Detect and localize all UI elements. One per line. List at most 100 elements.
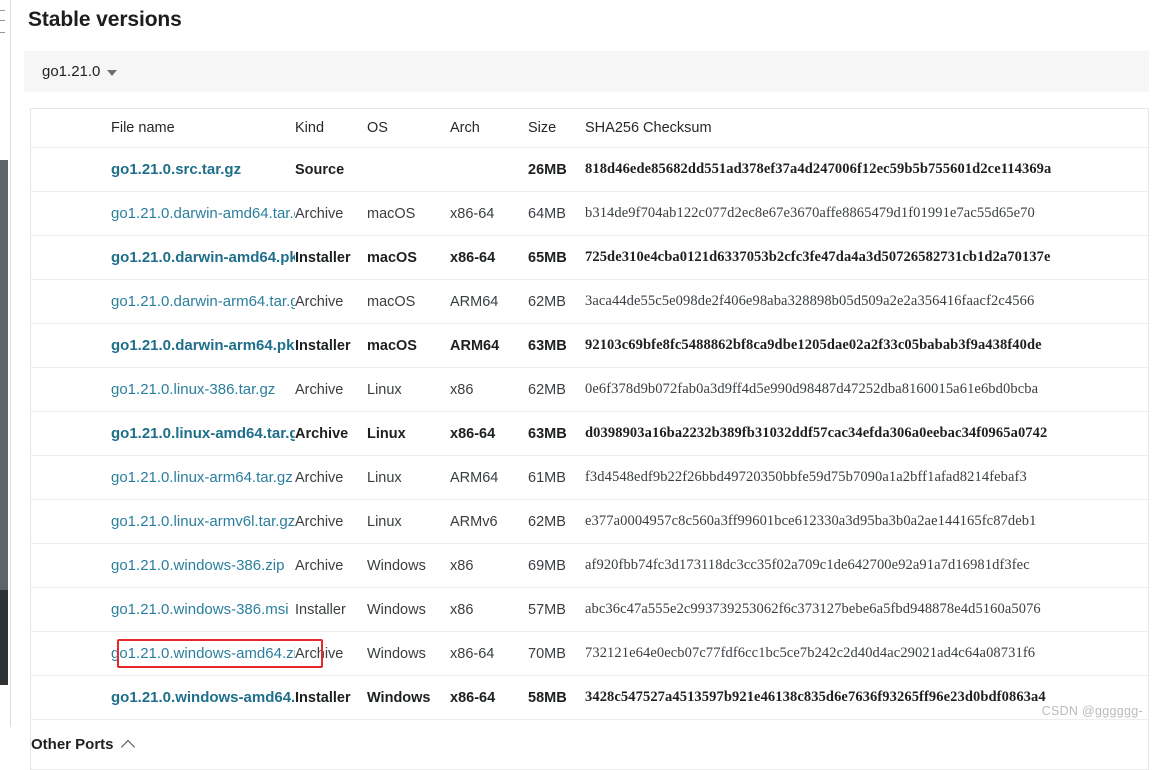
cell-sha256-checksum: 818d46ede85682dd551ad378ef37a4d247006f12… <box>585 147 1148 192</box>
file-download-link[interactable]: go1.21.0.linux-armv6l.tar.gz <box>111 513 295 530</box>
cell-kind: Archive <box>295 631 367 676</box>
file-download-link[interactable]: go1.21.0.linux-386.tar.gz <box>111 381 275 398</box>
file-download-link[interactable]: go1.21.0.linux-arm64.tar.gz <box>111 469 293 486</box>
column-header-file-name: File name <box>31 109 295 148</box>
edge-tick <box>0 32 5 33</box>
cell-size: 26MB <box>528 147 585 192</box>
cell-file-name: go1.21.0.src.tar.gz <box>31 147 295 192</box>
cell-os: Windows <box>367 587 450 632</box>
column-header-size: Size <box>528 109 585 148</box>
cell-sha256-checksum: 0e6f378d9b072fab0a3d9ff4d5e990d98487d472… <box>585 367 1148 412</box>
file-download-link[interactable]: go1.21.0.darwin-amd64.tar.gz <box>111 205 295 222</box>
table-row: go1.21.0.darwin-amd64.tar.gz Archive macOS… <box>31 191 1148 236</box>
version-selector-toggle[interactable]: go1.21.0 <box>42 63 118 80</box>
table-row: go1.21.0.linux-armv6l.tar.gz Archive Linux… <box>31 499 1148 544</box>
cell-kind: Archive <box>295 367 367 412</box>
cell-kind: Installer <box>295 675 367 720</box>
cell-kind: Installer <box>295 323 367 368</box>
cell-os: Linux <box>367 455 450 500</box>
table-header: File name Kind OS Arch Size SHA256 Check… <box>31 109 1148 148</box>
cell-file-name: go1.21.0.windows-386.zip <box>31 543 295 588</box>
cell-kind: Archive <box>295 191 367 236</box>
cell-size: 62MB <box>528 367 585 412</box>
table-row: go1.21.0.linux-386.tar.gz Archive Linux x86… <box>31 367 1148 412</box>
cell-file-name: go1.21.0.darwin-arm64.pkg <box>31 323 295 368</box>
file-download-link[interactable]: go1.21.0.windows-amd64.msi <box>111 689 295 706</box>
cell-kind: Archive <box>295 455 367 500</box>
cell-arch: ARMv6 <box>450 499 528 544</box>
cell-arch: x86 <box>450 367 528 412</box>
other-ports-toggle[interactable]: Other Ports <box>31 736 135 754</box>
cell-arch: ARM64 <box>450 279 528 324</box>
cell-size: 69MB <box>528 543 585 588</box>
table-row: go1.21.0.windows-386.msi Installer Windows… <box>31 587 1148 632</box>
cell-os: macOS <box>367 323 450 368</box>
vertical-scrollbar-thumb-lower[interactable] <box>0 590 8 685</box>
cell-file-name: go1.21.0.linux-arm64.tar.gz <box>31 455 295 500</box>
cell-size: 57MB <box>528 587 585 632</box>
cell-sha256-checksum: 732121e64e0ecb07c77fdf6cc1bc5ce7b242c2d4… <box>585 631 1148 676</box>
file-download-link[interactable]: go1.21.0.windows-386.zip <box>111 557 284 574</box>
version-selector-bar: go1.21.0 <box>24 51 1149 92</box>
other-ports-row: Other Ports <box>31 719 1148 770</box>
cell-size: 62MB <box>528 499 585 544</box>
table-row: go1.21.0.windows-amd64.zip Archive Windows… <box>31 631 1148 676</box>
cell-file-name: go1.21.0.windows-amd64.msi <box>31 675 295 720</box>
cell-os: Linux <box>367 367 450 412</box>
cell-arch: x86-64 <box>450 235 528 280</box>
cell-os: macOS <box>367 235 450 280</box>
cell-arch: x86 <box>450 543 528 588</box>
table-row: go1.21.0.src.tar.gz Source 26MB 818d46ede85… <box>31 147 1148 192</box>
column-header-arch: Arch <box>450 109 528 148</box>
cell-arch: x86-64 <box>450 675 528 720</box>
cell-size: 63MB <box>528 323 585 368</box>
cell-arch: x86-64 <box>450 191 528 236</box>
vertical-scrollbar-thumb[interactable] <box>0 160 8 590</box>
file-download-link[interactable]: go1.21.0.darwin-arm64.pkg <box>111 337 295 354</box>
cell-file-name: go1.21.0.darwin-amd64.pkg <box>31 235 295 280</box>
file-download-link[interactable]: go1.21.0.windows-386.msi <box>111 601 289 618</box>
table-row: go1.21.0.darwin-arm64.tar.gz Archive macOS… <box>31 279 1148 324</box>
file-download-link[interactable]: go1.21.0.darwin-amd64.pkg <box>111 249 295 266</box>
browser-left-edge <box>0 0 11 727</box>
file-download-link[interactable]: go1.21.0.src.tar.gz <box>111 161 241 178</box>
file-download-link[interactable]: go1.21.0.windows-amd64.zip <box>111 645 295 662</box>
cell-arch <box>450 147 528 192</box>
cell-arch: x86 <box>450 587 528 632</box>
table-header-row: File name Kind OS Arch Size SHA256 Check… <box>31 109 1148 148</box>
cell-size: 63MB <box>528 411 585 456</box>
cell-size: 70MB <box>528 631 585 676</box>
cell-sha256-checksum: b314de9f704ab122c077d2ec8e67e3670affe886… <box>585 191 1148 236</box>
cell-kind: Archive <box>295 543 367 588</box>
cell-kind: Source <box>295 147 367 192</box>
column-header-sha256: SHA256 Checksum <box>585 109 1148 148</box>
cell-kind: Archive <box>295 411 367 456</box>
cell-file-name: go1.21.0.darwin-amd64.tar.gz <box>31 191 295 236</box>
cell-kind: Installer <box>295 587 367 632</box>
cell-os: macOS <box>367 279 450 324</box>
cell-sha256-checksum: 92103c69bfe8fc5488862bf8ca9dbe1205dae02a… <box>585 323 1148 368</box>
downloads-table-container: File name Kind OS Arch Size SHA256 Check… <box>30 108 1149 770</box>
cell-sha256-checksum: 3aca44de55c5e098de2f406e98aba328898b05d5… <box>585 279 1148 324</box>
file-download-link[interactable]: go1.21.0.linux-amd64.tar.gz <box>111 425 295 442</box>
cell-file-name: go1.21.0.windows-amd64.zip <box>31 631 295 676</box>
cell-size: 62MB <box>528 279 585 324</box>
table-body: go1.21.0.src.tar.gz Source 26MB 818d46ede85… <box>31 147 1148 720</box>
cell-size: 65MB <box>528 235 585 280</box>
cell-sha256-checksum: af920fbb74fc3d173118dc3cc35f02a709c1de64… <box>585 543 1148 588</box>
cell-os: macOS <box>367 191 450 236</box>
version-selector-label: go1.21.0 <box>42 63 101 80</box>
cell-sha256-checksum: abc36c47a555e2c993739253062f6c373127bebe… <box>585 587 1148 632</box>
cell-os <box>367 147 450 192</box>
other-ports-label: Other Ports <box>31 736 114 753</box>
table-row: go1.21.0.windows-amd64.msiInstallerWindo… <box>31 675 1148 720</box>
cell-os: Windows <box>367 543 450 588</box>
cell-sha256-checksum: d0398903a16ba2232b389fb31032ddf57cac34ef… <box>585 411 1148 456</box>
vertical-scrollbar-track[interactable] <box>0 80 8 727</box>
cell-file-name: go1.21.0.darwin-arm64.tar.gz <box>31 279 295 324</box>
cell-kind: Archive <box>295 279 367 324</box>
cell-file-name: go1.21.0.linux-amd64.tar.gz <box>31 411 295 456</box>
cell-arch: x86-64 <box>450 631 528 676</box>
table-row: go1.21.0.darwin-arm64.pkg Installer macOS A… <box>31 323 1148 368</box>
file-download-link[interactable]: go1.21.0.darwin-arm64.tar.gz <box>111 293 295 310</box>
